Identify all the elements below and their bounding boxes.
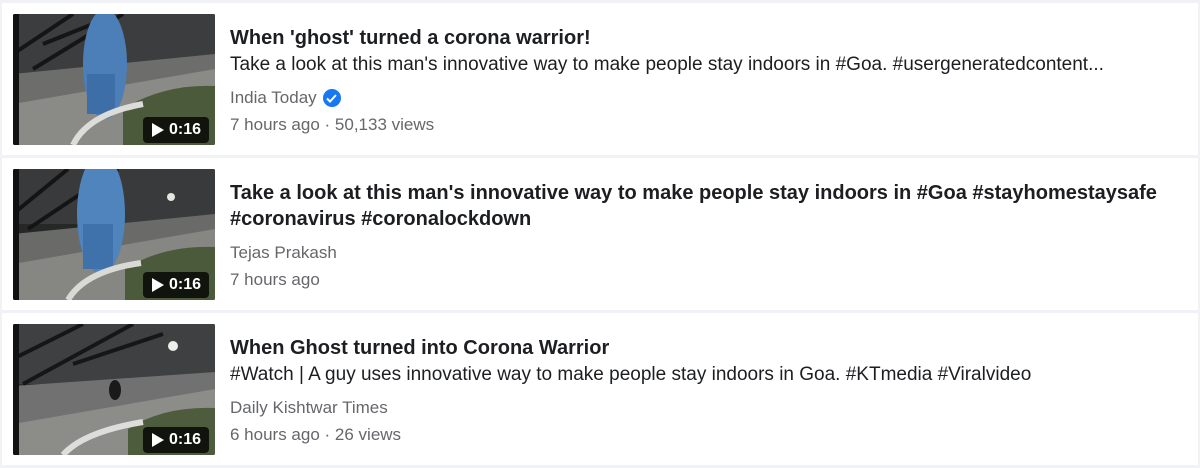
verified-badge-icon <box>322 89 341 107</box>
play-icon <box>151 433 164 447</box>
video-duration: 0:16 <box>168 276 201 293</box>
video-views: 26 views <box>334 425 402 444</box>
play-icon <box>151 123 164 137</box>
video-title[interactable]: When Ghost turned into Corona Warrior <box>230 335 1186 361</box>
video-meta: 7 hours ago · 50,133 views <box>230 114 434 136</box>
video-thumbnail[interactable]: 0:16 <box>13 324 215 455</box>
video-duration-badge: 0:16 <box>142 117 209 143</box>
video-description: #Watch | A guy uses innovative way to ma… <box>230 364 1032 385</box>
video-result-card[interactable]: 0:16 When 'ghost' turned a corona warrio… <box>2 3 1198 155</box>
video-description: Take a look at this man's innovative way… <box>230 54 1104 75</box>
video-views: 50,133 views <box>334 115 435 134</box>
meta-separator: · <box>319 115 335 134</box>
video-title[interactable]: Take a look at this man's innovative way… <box>230 180 1186 232</box>
video-thumbnail[interactable]: 0:16 <box>13 14 215 145</box>
source-name[interactable]: India Today <box>230 87 317 109</box>
video-source[interactable]: Daily Kishtwar Times <box>230 397 388 419</box>
video-source[interactable]: India Today <box>230 87 341 109</box>
source-name[interactable]: Tejas Prakash <box>230 242 337 264</box>
play-icon <box>151 278 164 292</box>
video-time: 7 hours ago <box>230 115 320 134</box>
video-time: 6 hours ago <box>230 425 320 444</box>
video-results-list: 0:16 When 'ghost' turned a corona warrio… <box>0 0 1200 468</box>
video-duration: 0:16 <box>168 121 201 138</box>
meta-separator: · <box>319 425 335 444</box>
video-meta: 6 hours ago · 26 views <box>230 424 401 446</box>
video-thumbnail[interactable]: 0:16 <box>13 169 215 300</box>
video-result-card[interactable]: 0:16 Take a look at this man's innovativ… <box>2 158 1198 310</box>
source-name[interactable]: Daily Kishtwar Times <box>230 397 388 419</box>
video-title[interactable]: When 'ghost' turned a corona warrior! <box>230 25 1186 51</box>
video-meta: 7 hours ago <box>230 269 320 291</box>
video-duration-badge: 0:16 <box>142 427 209 453</box>
video-time: 7 hours ago <box>230 270 320 289</box>
video-source[interactable]: Tejas Prakash <box>230 242 337 264</box>
video-result-card[interactable]: 0:16 When Ghost turned into Corona Warri… <box>2 313 1198 465</box>
video-duration: 0:16 <box>168 431 201 448</box>
video-duration-badge: 0:16 <box>142 272 209 298</box>
